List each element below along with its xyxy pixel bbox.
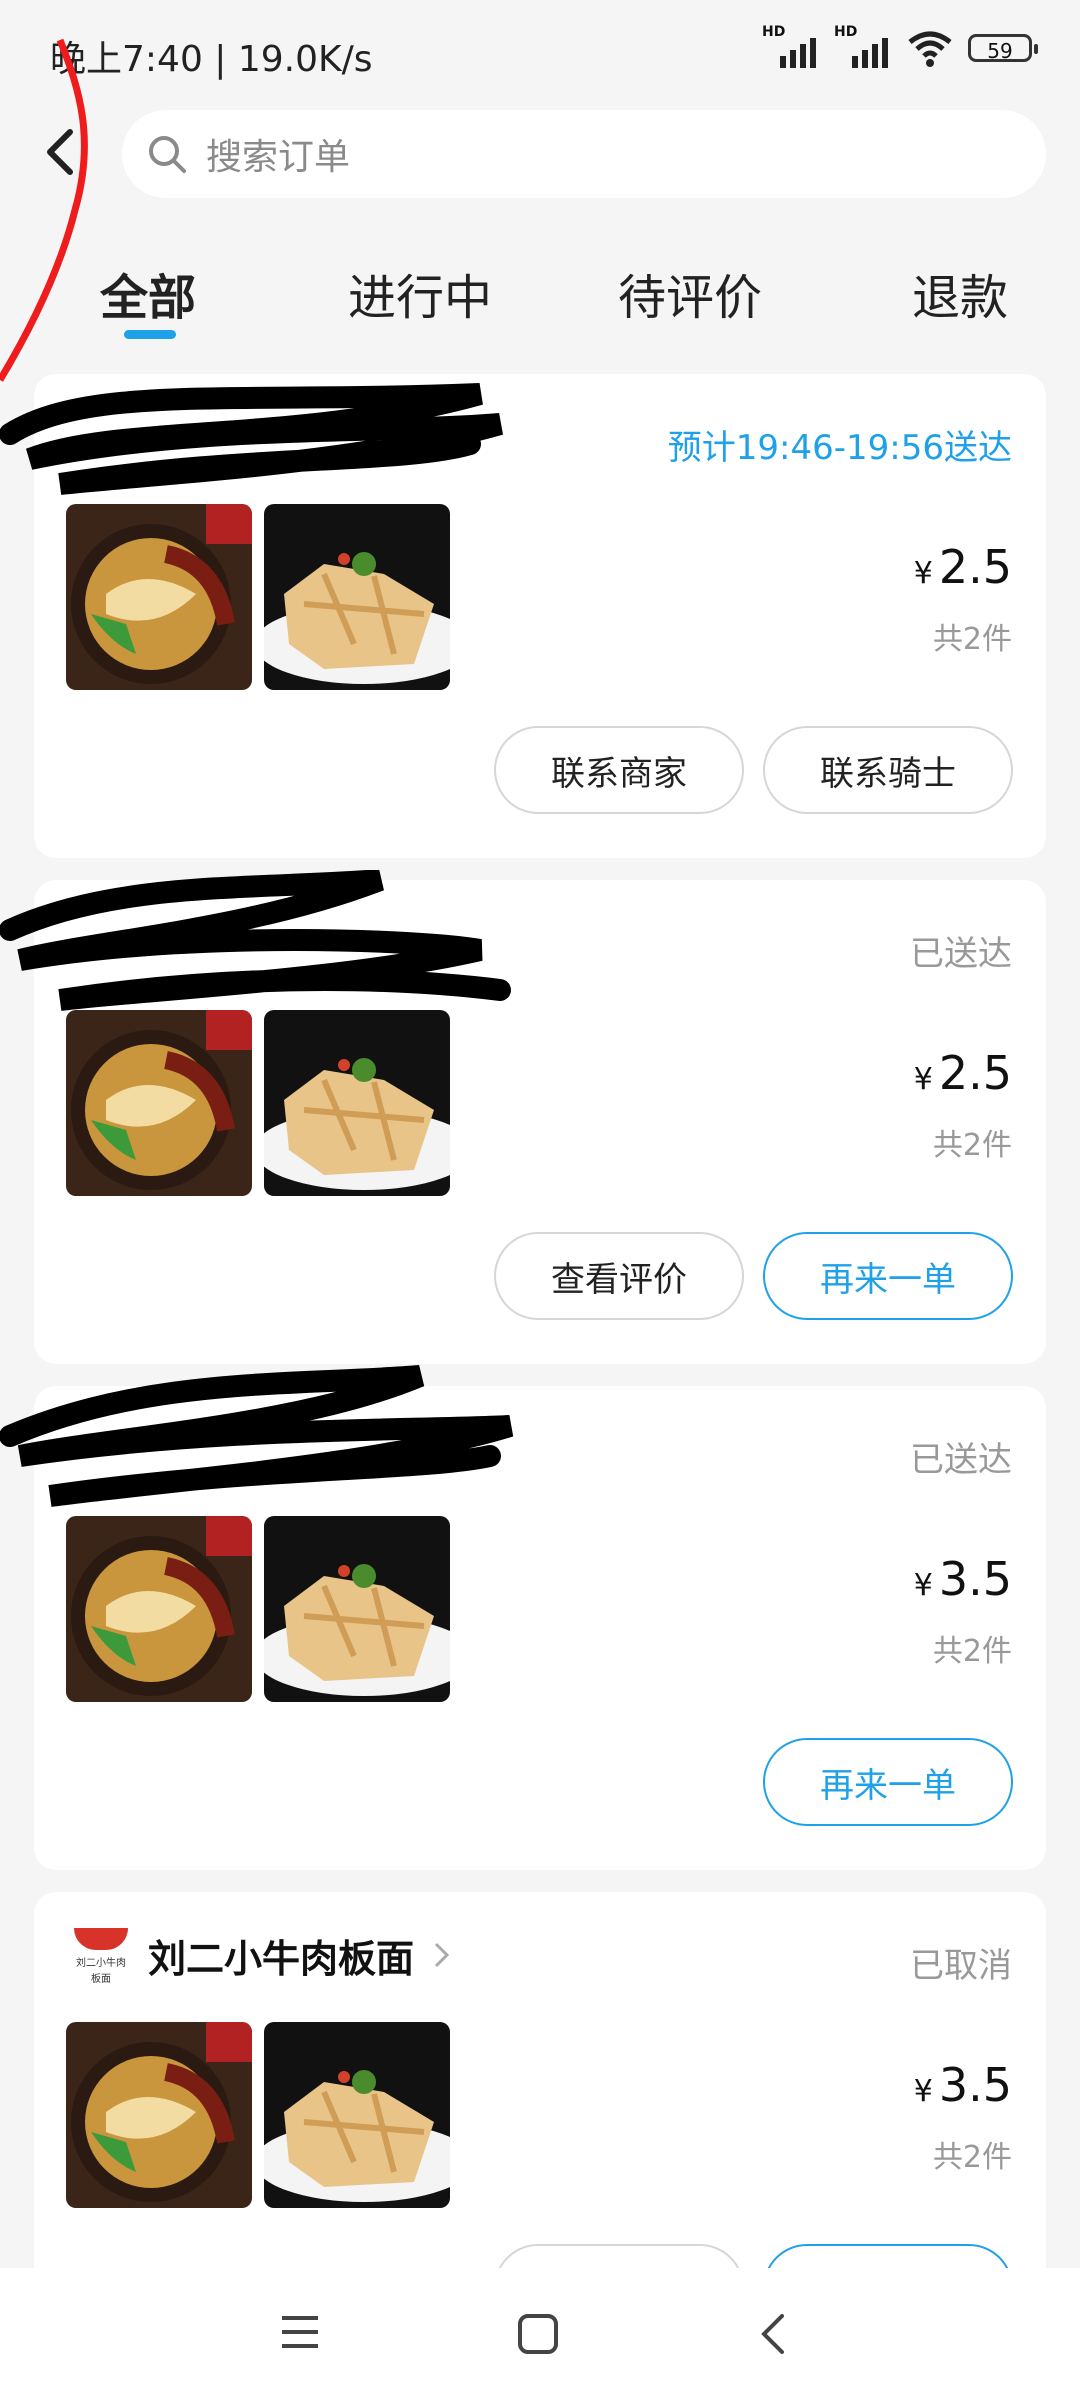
currency-symbol: ¥ [913, 2074, 933, 2109]
hd-label-1: HD [762, 24, 786, 40]
search-input[interactable]: 搜索订单 [122, 110, 1046, 198]
currency-symbol: ¥ [913, 1062, 933, 1097]
wifi-icon [908, 31, 952, 67]
search-placeholder: 搜索订单 [206, 137, 351, 178]
item-count: 共2件 [932, 2140, 1012, 2175]
price-value: 2.5 [938, 1046, 1012, 1100]
order-status: 已送达 [910, 934, 1012, 974]
contact-rider-button[interactable]: 联系骑士 [763, 726, 1013, 814]
menu-icon[interactable] [278, 2312, 322, 2352]
order-price: ¥2.5 [914, 1046, 1012, 1100]
item-count: 共2件 [932, 1634, 1012, 1669]
search-icon [149, 136, 186, 173]
status-icons: HD HD 59 [762, 24, 1038, 68]
shop-header[interactable]: 刘二小牛肉 板面 刘二小牛肉板面 [68, 1922, 452, 1988]
chevron-right-icon [434, 1942, 450, 1968]
order-price: ¥3.5 [914, 1552, 1012, 1606]
food-image-noodles [66, 1516, 252, 1702]
shop-name: 刘二小牛肉板面 [148, 1936, 415, 1981]
food-image-noodles [66, 1010, 252, 1196]
contact-merchant-button[interactable]: 联系商家 [494, 726, 744, 814]
order-card[interactable]: 已送达 ¥3.5 共2件 再来一单 [0, 1365, 1046, 1870]
food-image-tofu [264, 504, 450, 690]
item-count: 共2件 [932, 622, 1012, 657]
order-card[interactable]: 已送达 ¥2.5 共2件 查看评价 再来一单 [0, 870, 1046, 1364]
back-arrow-icon[interactable] [34, 124, 90, 180]
redaction-scribble [0, 383, 504, 495]
view-review-button[interactable]: 查看评价 [494, 1232, 744, 1320]
shop-logo-text-1: 刘二小牛肉 [76, 1958, 126, 1969]
order-status: 已取消 [910, 1946, 1012, 1986]
order-status: 预计19:46-19:56送达 [667, 428, 1012, 468]
reorder-button[interactable]: 再来一单 [763, 1232, 1013, 1320]
food-image-tofu [264, 1010, 450, 1196]
tab-all[interactable]: 全部 [100, 258, 196, 328]
food-image-tofu [264, 2022, 450, 2208]
order-price: ¥2.5 [914, 540, 1012, 594]
tab-in-progress[interactable]: 进行中 [348, 258, 492, 328]
shop-logo-text-2: 板面 [91, 1974, 111, 1985]
item-count: 共2件 [932, 1128, 1012, 1163]
currency-symbol: ¥ [913, 556, 933, 591]
battery-indicator: 59 [968, 34, 1038, 63]
food-image-noodles [66, 504, 252, 690]
tab-active-indicator [124, 330, 176, 339]
system-nav-bar [0, 2268, 1080, 2400]
shop-logo: 刘二小牛肉 板面 [68, 1922, 134, 1988]
tab-refund[interactable]: 退款 [912, 258, 1008, 328]
home-icon[interactable] [516, 2312, 560, 2356]
tab-to-review[interactable]: 待评价 [618, 258, 762, 328]
currency-symbol: ¥ [913, 1568, 933, 1603]
price-value: 2.5 [938, 540, 1012, 594]
price-value: 3.5 [938, 2058, 1012, 2112]
reorder-button[interactable]: 再来一单 [763, 1738, 1013, 1826]
hd-label-2: HD [834, 24, 858, 40]
price-value: 3.5 [938, 1552, 1012, 1606]
order-price: ¥3.5 [914, 2058, 1012, 2112]
food-image-noodles [66, 2022, 252, 2208]
redaction-scribble [0, 1365, 514, 1507]
redaction-scribble [0, 870, 511, 1011]
food-image-tofu [264, 1516, 450, 1702]
signal-icon: HD [762, 24, 820, 68]
order-status: 已送达 [910, 1440, 1012, 1480]
back-nav-icon[interactable] [756, 2310, 792, 2358]
signal-icon-2: HD [834, 24, 892, 68]
order-card[interactable]: 预计19:46-19:56送达 ¥2.5 共2件 联系商家 联系骑士 [0, 374, 1046, 858]
